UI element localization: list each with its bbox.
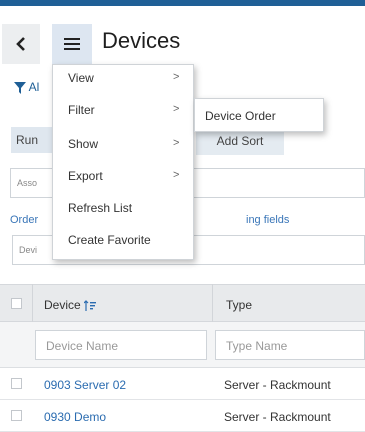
filter-funnel-icon: [14, 81, 26, 94]
association-field-placeholder: Asso: [17, 178, 38, 188]
menu-item-refresh-list[interactable]: Refresh List: [68, 201, 132, 215]
column-header-type[interactable]: Type: [226, 298, 252, 312]
sort-icon: [83, 299, 97, 311]
top-accent-bar: [0, 0, 365, 6]
options-menu: View > Filter > Show > Export > Refresh …: [52, 64, 194, 260]
order-link[interactable]: Order ing fields: [10, 214, 289, 226]
table-row[interactable]: 0903 Server 02 Server - Rackmount: [0, 368, 365, 400]
select-all-checkbox[interactable]: [11, 298, 22, 309]
menu-button[interactable]: [52, 24, 92, 64]
type-cell: Server - Rackmount: [224, 378, 331, 392]
type-name-filter-input[interactable]: Type Name: [215, 330, 365, 360]
back-arrow-icon: [16, 37, 25, 51]
chevron-right-icon: >: [173, 103, 180, 115]
column-header-device-label: Device: [44, 298, 81, 312]
order-link-label-end: ing fields: [246, 214, 290, 226]
menu-item-filter[interactable]: Filter: [68, 103, 95, 117]
menu-item-show[interactable]: Show: [68, 137, 98, 151]
menu-item-view[interactable]: View: [68, 71, 94, 85]
type-cell: Server - Rackmount: [224, 410, 331, 424]
page-title: Devices: [102, 28, 181, 53]
menu-item-export[interactable]: Export: [68, 169, 103, 183]
device-link[interactable]: 0903 Server 02: [44, 378, 126, 392]
chevron-right-icon: >: [173, 137, 180, 149]
chevron-right-icon: >: [173, 169, 180, 181]
filter-row[interactable]: Al: [14, 80, 39, 94]
order-link-label: Order: [10, 214, 39, 226]
hamburger-menu-icon: [64, 38, 80, 50]
device-link[interactable]: 0930 Demo: [44, 410, 106, 424]
filter-submenu: Device Order: [194, 98, 324, 132]
chevron-right-icon: >: [173, 71, 180, 83]
back-button[interactable]: [2, 24, 40, 64]
row-checkbox[interactable]: [11, 410, 22, 421]
run-button[interactable]: Run: [16, 133, 38, 147]
submenu-item-device-order[interactable]: Device Order: [205, 109, 276, 123]
device-field-placeholder: Devi: [19, 245, 38, 255]
table-row[interactable]: 0930 Demo Server - Rackmount: [0, 400, 365, 432]
device-name-filter-input[interactable]: Device Name: [35, 330, 207, 360]
filter-row-text: Al: [28, 80, 40, 94]
column-header-device[interactable]: Device: [44, 298, 97, 312]
menu-item-create-favorite[interactable]: Create Favorite: [68, 233, 151, 247]
row-checkbox[interactable]: [11, 378, 22, 389]
